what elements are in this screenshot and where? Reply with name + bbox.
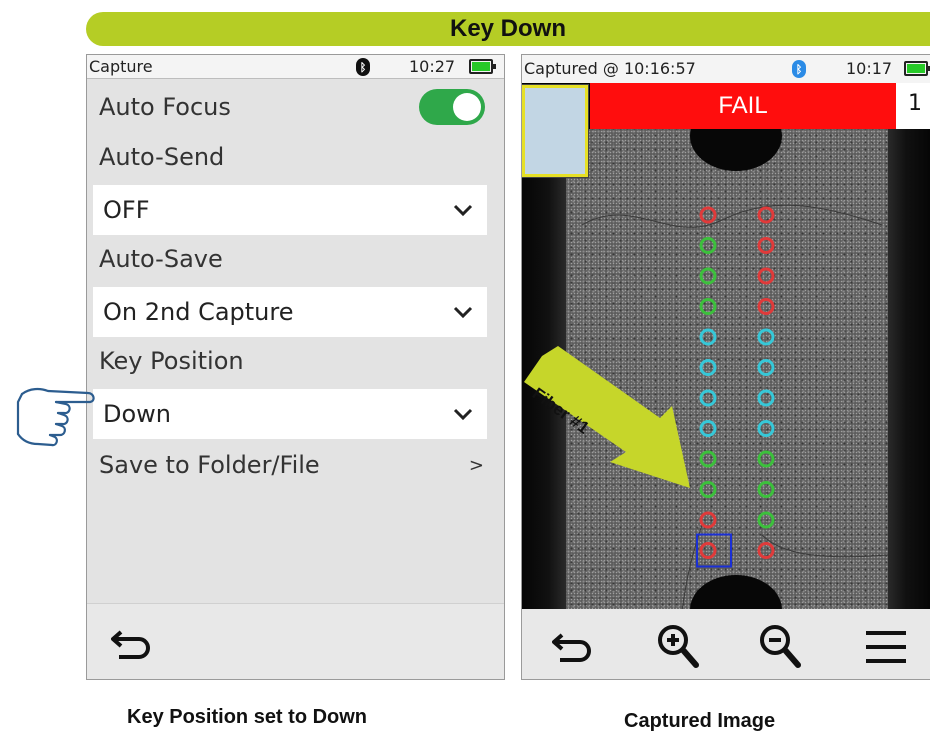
battery-icon <box>469 59 496 74</box>
zoom-in-icon[interactable] <box>656 623 700 669</box>
fiber-marker <box>699 328 717 346</box>
status-time: 10:17 <box>846 59 893 78</box>
fiber-marker <box>757 206 775 224</box>
fiber-marker <box>757 511 775 529</box>
battery-icon <box>904 61 930 76</box>
fiber-marker <box>757 389 775 407</box>
capture-timestamp: Captured @ 10:16:57 <box>524 59 696 78</box>
auto-focus-label: Auto Focus <box>99 93 231 121</box>
fiber-marker <box>757 481 775 498</box>
bluetooth-icon: ᛒ <box>356 58 370 76</box>
auto-send-value: OFF <box>103 196 150 224</box>
zoom-out-icon[interactable] <box>758 623 802 669</box>
auto-focus-toggle[interactable] <box>419 89 485 125</box>
status-bar: Captured @ 10:16:57 ᛒ 10:17 <box>522 55 930 83</box>
fiber-marker <box>699 298 717 315</box>
fiber-marker <box>757 237 775 254</box>
fiber-marker <box>757 298 775 315</box>
screen-title: Capture <box>89 57 153 76</box>
key-position-label: Key Position <box>99 347 244 375</box>
toggle-knob <box>453 93 481 121</box>
left-caption: Key Position set to Down <box>127 706 368 728</box>
fiber-marker <box>757 542 775 559</box>
bottom-toolbar <box>522 609 930 679</box>
back-arrow-icon[interactable] <box>111 624 157 664</box>
auto-save-value: On 2nd Capture <box>103 298 294 326</box>
status-bar: Capture ᛒ 10:27 <box>87 55 504 79</box>
fiber-marker <box>757 267 775 285</box>
chevron-down-icon <box>453 408 473 421</box>
status-time: 10:27 <box>409 57 456 76</box>
chevron-down-icon <box>453 306 473 319</box>
fiber-marker <box>757 359 775 376</box>
right-caption: Captured Image <box>624 710 776 731</box>
fiber-marker <box>699 206 717 224</box>
bottom-toolbar <box>87 603 504 679</box>
banner-title: Key Down <box>86 12 930 46</box>
result-side-value: 1 <box>896 83 930 129</box>
fiber-marker <box>757 328 775 346</box>
fiber-marker <box>699 267 717 285</box>
bluetooth-icon: ᛒ <box>792 60 806 78</box>
auto-save-label: Auto-Save <box>99 245 223 273</box>
key-position-dropdown[interactable]: Down <box>93 389 487 439</box>
auto-send-label: Auto-Send <box>99 143 225 171</box>
image-thumbnail[interactable] <box>522 84 589 178</box>
back-arrow-icon[interactable] <box>552 627 598 667</box>
auto-save-dropdown[interactable]: On 2nd Capture <box>93 287 487 337</box>
fiber-marker <box>757 450 775 468</box>
capture-settings-screen: Capture ᛒ 10:27 Auto Focus Auto-Send OFF… <box>86 54 505 680</box>
menu-icon[interactable] <box>864 627 908 667</box>
save-to-folder-label[interactable]: Save to Folder/File <box>99 451 320 479</box>
chevron-right-icon[interactable]: > <box>469 455 484 476</box>
fiber-marker <box>757 420 775 437</box>
chevron-down-icon <box>453 204 473 217</box>
fiber-callout-arrow <box>524 346 690 488</box>
fail-result-banner: FAIL <box>590 83 896 129</box>
key-position-value: Down <box>103 400 172 428</box>
pointing-hand-icon <box>16 387 95 447</box>
auto-send-dropdown[interactable]: OFF <box>93 185 487 235</box>
fiber-marker <box>699 237 717 254</box>
